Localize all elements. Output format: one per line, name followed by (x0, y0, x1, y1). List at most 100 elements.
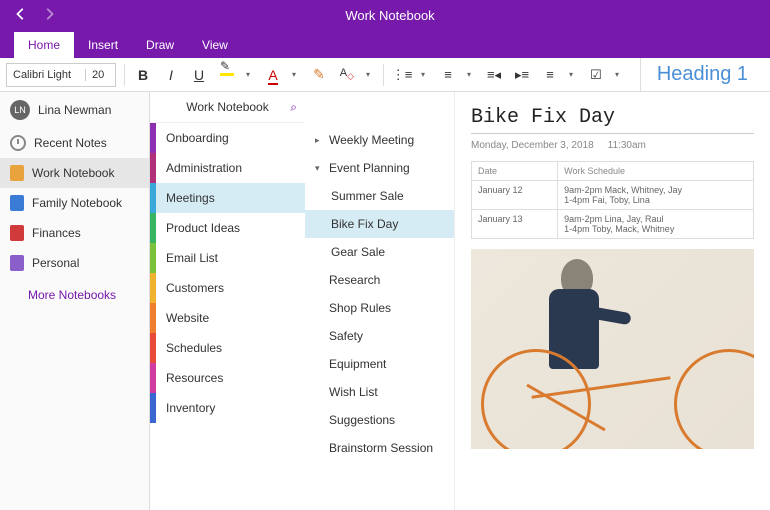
notebook-icon (10, 165, 24, 181)
section-item[interactable]: Resources (150, 363, 305, 393)
sidebar-item-label: Family Notebook (32, 196, 122, 210)
section-item[interactable]: Administration (150, 153, 305, 183)
table-row[interactable]: January 129am-2pm Mack, Whitney, Jay1-4p… (472, 181, 754, 210)
style-picker[interactable]: Heading 1 (640, 58, 764, 91)
page-item[interactable]: Safety (305, 322, 454, 350)
notebook-title[interactable]: Work Notebook (186, 100, 268, 114)
section-label: Resources (156, 371, 223, 385)
page-label: Safety (329, 329, 363, 343)
text-highlight-button[interactable]: ✎ (305, 61, 333, 89)
section-label: Schedules (156, 341, 222, 355)
outdent-button[interactable]: ≡◂ (480, 61, 508, 89)
chevron-right-icon: ▸ (315, 135, 325, 146)
section-label: Product Ideas (156, 221, 240, 235)
section-label: Meetings (156, 191, 215, 205)
page-time: 11:30am (608, 140, 646, 151)
page-item[interactable]: ▾ Event Planning (305, 154, 454, 182)
number-list-dropdown[interactable]: ▾ (458, 61, 480, 89)
indent-button[interactable]: ▸≡ (508, 61, 536, 89)
highlight-dropdown[interactable]: ▾ (237, 61, 259, 89)
more-notebooks-link[interactable]: More Notebooks (0, 278, 149, 312)
font-color-dropdown[interactable]: ▾ (283, 61, 305, 89)
page-content: Bike Fix Day Monday, December 3, 2018 11… (455, 92, 770, 510)
todo-tag-dropdown[interactable]: ▾ (606, 61, 628, 89)
forward-button[interactable] (42, 7, 56, 24)
user-name: Lina Newman (38, 103, 111, 117)
section-item[interactable]: Schedules (150, 333, 305, 363)
sidebar-recent-notes[interactable]: Recent Notes (0, 128, 149, 158)
back-button[interactable] (14, 7, 28, 24)
page-item[interactable]: Brainstorm Session (305, 434, 454, 462)
page-label: Research (329, 273, 380, 287)
sidebar-notebook-item[interactable]: Family Notebook (0, 188, 149, 218)
section-item[interactable]: Email List (150, 243, 305, 273)
font-size-select[interactable]: 20 (85, 69, 115, 81)
page-title[interactable]: Bike Fix Day (471, 106, 754, 134)
table-cell[interactable]: January 13 (472, 210, 558, 239)
clear-format-dropdown[interactable]: ▾ (357, 61, 379, 89)
table-cell[interactable]: 9am-2pm Mack, Whitney, Jay1-4pm Fai, Tob… (558, 181, 754, 210)
page-item[interactable]: Wish List (305, 378, 454, 406)
section-label: Onboarding (156, 131, 229, 145)
toolbar-divider (124, 64, 125, 86)
search-icon[interactable]: ⌕ (290, 100, 297, 115)
section-label: Customers (156, 281, 224, 295)
sidebar-notebook-item[interactable]: Finances (0, 218, 149, 248)
page-item[interactable]: Summer Sale (305, 182, 454, 210)
page-label: Suggestions (329, 413, 395, 427)
clock-icon (10, 135, 26, 151)
table-header: Date (472, 162, 558, 181)
page-item[interactable]: Suggestions (305, 406, 454, 434)
sidebar-notebook-item[interactable]: Personal (0, 248, 149, 278)
notebook-sidebar: LN Lina Newman Recent Notes Work Noteboo… (0, 92, 150, 510)
sidebar-item-label: Work Notebook (32, 166, 114, 180)
italic-button[interactable]: I (157, 61, 185, 89)
sidebar-item-label: Personal (32, 256, 79, 270)
section-item[interactable]: Meetings (150, 183, 305, 213)
table-cell[interactable]: January 12 (472, 181, 558, 210)
section-item[interactable]: Product Ideas (150, 213, 305, 243)
page-item[interactable]: Bike Fix Day (305, 210, 454, 238)
toolbar-divider (383, 64, 384, 86)
bold-button[interactable]: B (129, 61, 157, 89)
page-label: Event Planning (329, 161, 410, 175)
section-item[interactable]: Website (150, 303, 305, 333)
page-item[interactable]: Research (305, 266, 454, 294)
page-label: Weekly Meeting (329, 133, 414, 147)
schedule-table[interactable]: DateWork Schedule January 129am-2pm Mack… (471, 161, 754, 239)
window-title: Work Notebook (70, 8, 710, 23)
embedded-image[interactable] (471, 249, 754, 449)
section-item[interactable]: Inventory (150, 393, 305, 423)
page-label: Gear Sale (331, 245, 385, 259)
sidebar-item-label: Finances (32, 226, 81, 240)
table-row[interactable]: January 139am-2pm Lina, Jay, Raul1-4pm T… (472, 210, 754, 239)
page-item[interactable]: Gear Sale (305, 238, 454, 266)
page-item[interactable]: Shop Rules (305, 294, 454, 322)
pages-column: ▸ Weekly Meeting ▾ Event Planning Summer Sal… (305, 92, 455, 510)
avatar[interactable]: LN (10, 100, 30, 120)
page-item[interactable]: Equipment (305, 350, 454, 378)
section-label: Inventory (156, 401, 215, 415)
tab-draw[interactable]: Draw (132, 32, 188, 58)
page-label: Summer Sale (331, 189, 404, 203)
table-header: Work Schedule (558, 162, 754, 181)
tab-view[interactable]: View (188, 32, 242, 58)
chevron-down-icon: ▾ (315, 163, 325, 174)
section-label: Administration (156, 161, 242, 175)
page-label: Shop Rules (329, 301, 391, 315)
section-label: Website (156, 311, 209, 325)
table-cell[interactable]: 9am-2pm Lina, Jay, Raul1-4pm Toby, Mack,… (558, 210, 754, 239)
bullet-list-dropdown[interactable]: ▾ (412, 61, 434, 89)
tab-home[interactable]: Home (14, 32, 74, 58)
section-item[interactable]: Onboarding (150, 123, 305, 153)
page-item[interactable]: ▸ Weekly Meeting (305, 126, 454, 154)
page-label: Wish List (329, 385, 378, 399)
align-dropdown[interactable]: ▾ (560, 61, 582, 89)
font-family-select[interactable]: Calibri Light (7, 69, 85, 81)
sidebar-item-label: Recent Notes (34, 136, 107, 150)
sidebar-notebook-item[interactable]: Work Notebook (0, 158, 149, 188)
section-item[interactable]: Customers (150, 273, 305, 303)
underline-button[interactable]: U (185, 61, 213, 89)
tab-insert[interactable]: Insert (74, 32, 132, 58)
page-label: Equipment (329, 357, 386, 371)
